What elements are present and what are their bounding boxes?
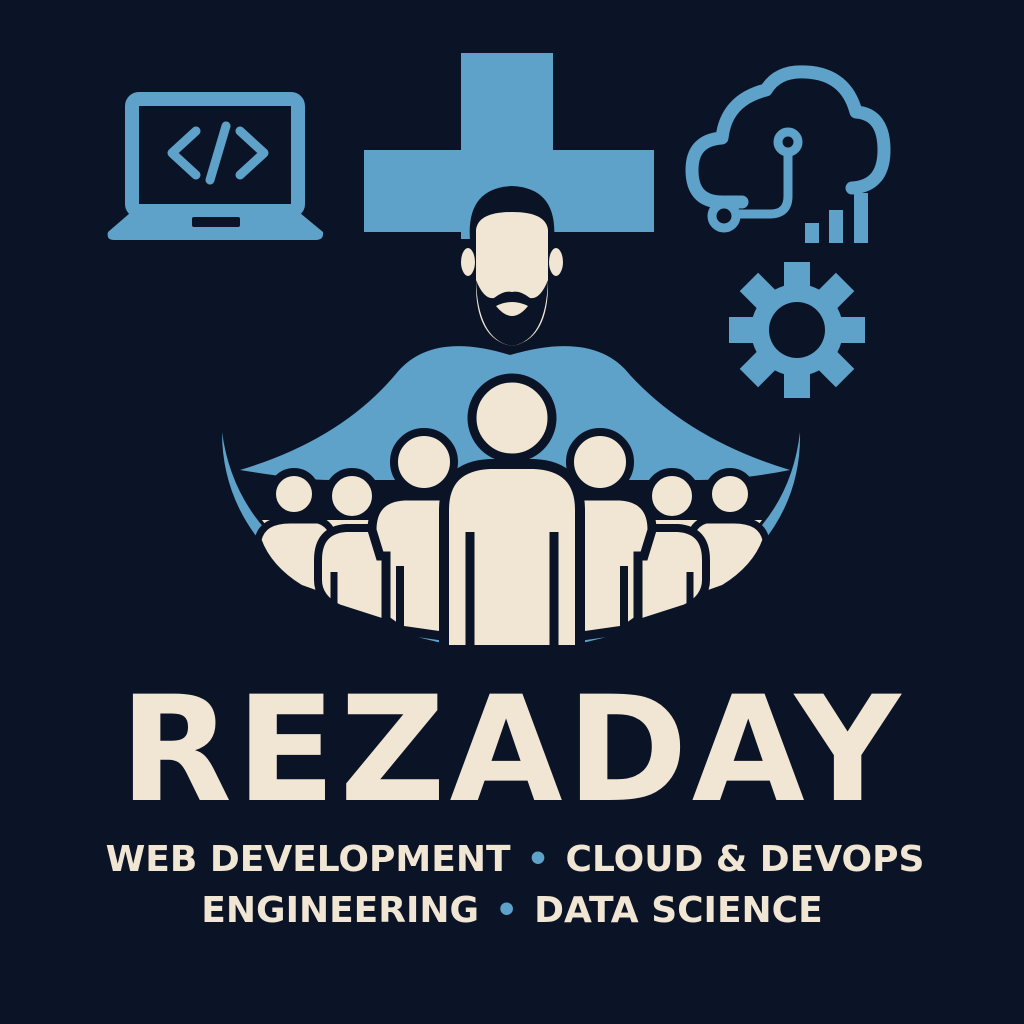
tagline-line-2: ENGINEERING • DATA SCIENCE (0, 889, 1024, 933)
laptop-code-icon (107, 92, 324, 240)
people-group-icon (222, 373, 801, 655)
tagline-engineering: ENGINEERING (201, 890, 480, 931)
tagline-separator: • (526, 839, 550, 880)
tagline-cloud-devops: CLOUD & DEVOPS (565, 839, 925, 880)
tagline-web-development: WEB DEVELOPMENT (105, 839, 511, 880)
tagline-data-science: DATA SCIENCE (534, 890, 823, 931)
gear-icon (729, 262, 865, 398)
bar-chart-icon (805, 193, 868, 243)
tagline-separator: • (495, 890, 519, 931)
logo-canvas: REZADAY WEB DEVELOPMENT • CLOUD & DEVOPS E… (0, 0, 1024, 1024)
brand-title: REZADAY (119, 665, 905, 835)
tagline-line-1: WEB DEVELOPMENT • CLOUD & DEVOPS (0, 838, 1024, 882)
